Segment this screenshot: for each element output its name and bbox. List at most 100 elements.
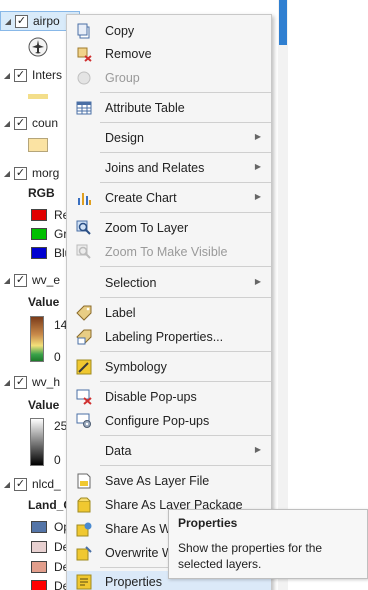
- layer-name: Inters: [32, 68, 63, 82]
- chart-icon: [78, 193, 91, 205]
- collapse-triangle-icon[interactable]: ◢: [2, 169, 12, 178]
- band-swatch-green: [31, 228, 47, 240]
- remove-icon: [77, 47, 92, 62]
- menu-item-create-chart[interactable]: Create Chart ▶: [67, 187, 271, 209]
- layer-visibility-checkbox[interactable]: ✓: [14, 477, 27, 491]
- layer-name: airpo: [33, 14, 60, 28]
- layer-name: wv_h: [32, 375, 61, 389]
- menu-item-label: Attribute Table: [105, 101, 185, 115]
- menu-item-attribute-table[interactable]: Attribute Table: [67, 97, 271, 119]
- menu-item-remove[interactable]: Remove: [67, 43, 271, 65]
- collapse-triangle-icon[interactable]: ◢: [2, 119, 12, 128]
- class-swatch: [31, 521, 47, 533]
- checkmark-icon: ✓: [16, 14, 27, 27]
- menu-item-save-as-layer-file[interactable]: Save As Layer File: [67, 470, 271, 492]
- layer-name: nlcd_: [32, 477, 61, 491]
- menu-item-label: Share As W: [105, 522, 171, 536]
- checkmark-icon: ✓: [15, 477, 26, 490]
- submenu-arrow-icon: ▶: [254, 132, 261, 141]
- layer-row-wv-hillshade[interactable]: ◢ ✓ wv_h: [0, 372, 60, 392]
- checkmark-icon: ✓: [15, 273, 26, 286]
- menu-item-label: Overwrite W: [105, 546, 174, 560]
- menu-item-design[interactable]: Design ▶: [67, 127, 271, 149]
- menu-item-label-toggle[interactable]: Label: [67, 302, 271, 324]
- menu-item-group[interactable]: Group: [67, 67, 271, 89]
- layer-row-nlcd[interactable]: ◢ ✓ nlcd_: [0, 474, 61, 494]
- layer-visibility-checkbox[interactable]: ✓: [14, 116, 27, 130]
- layer-visibility-checkbox[interactable]: ✓: [14, 375, 27, 389]
- labeling-properties-icon: [76, 329, 92, 345]
- menu-item-label: Remove: [105, 47, 152, 61]
- table-icon: [76, 101, 92, 115]
- scrollbar-thumb[interactable]: [279, 0, 287, 45]
- save-layer-file-icon: [77, 473, 91, 489]
- overwrite-web-icon: [76, 546, 92, 561]
- gradient-low-value: 0: [54, 350, 61, 364]
- menu-item-label: Zoom To Make Visible: [105, 245, 228, 259]
- layer-row-wv-elevation[interactable]: ◢ ✓ wv_e: [0, 270, 60, 290]
- value-label: Value: [28, 398, 60, 412]
- menu-item-label: Zoom To Layer: [105, 221, 189, 235]
- collapse-triangle-icon[interactable]: ◢: [2, 480, 12, 489]
- checkmark-icon: ✓: [15, 166, 26, 179]
- class-swatch: [31, 561, 47, 573]
- polygon-symbol: [28, 138, 48, 152]
- scrollbar-track[interactable]: [278, 0, 288, 590]
- configure-popups-icon: [76, 413, 91, 428]
- layer-context-menu: Copy Remove Group Attribute Table Design…: [66, 14, 272, 590]
- layer-row-morgantown[interactable]: ◢ ✓ morg: [0, 163, 59, 183]
- group-icon: [77, 71, 91, 85]
- collapse-triangle-icon[interactable]: ◢: [3, 17, 13, 26]
- submenu-arrow-icon: ▶: [254, 277, 261, 286]
- menu-item-label: Disable Pop-ups: [105, 390, 197, 404]
- properties-tooltip: Properties Show the properties for the s…: [168, 509, 368, 579]
- menu-item-label: Group: [105, 71, 140, 85]
- menu-item-label: Create Chart: [105, 191, 177, 205]
- menu-item-labeling-properties[interactable]: Labeling Properties...: [67, 326, 271, 348]
- menu-item-label: Joins and Relates: [105, 161, 205, 175]
- layer-row-counties[interactable]: ◢ ✓ coun: [0, 113, 58, 133]
- menu-item-data[interactable]: Data ▶: [67, 440, 271, 462]
- collapse-triangle-icon[interactable]: ◢: [2, 71, 12, 80]
- layer-visibility-checkbox[interactable]: ✓: [14, 166, 27, 180]
- copy-icon: [77, 23, 90, 39]
- layer-visibility-checkbox[interactable]: ✓: [15, 14, 28, 28]
- collapse-triangle-icon[interactable]: ◢: [2, 276, 12, 285]
- menu-item-symbology[interactable]: Symbology: [67, 356, 271, 378]
- share-package-icon: [77, 497, 91, 513]
- properties-icon: [76, 574, 92, 590]
- layer-row-interstates[interactable]: ◢ ✓ Inters: [0, 65, 62, 85]
- menu-item-label: Copy: [105, 24, 135, 38]
- checkmark-icon: ✓: [15, 375, 26, 388]
- rgb-label: RGB: [28, 186, 55, 200]
- menu-item-selection[interactable]: Selection ▶: [67, 272, 271, 294]
- submenu-arrow-icon: ▶: [254, 445, 261, 454]
- zoom-visible-icon: [76, 244, 91, 259]
- menu-item-label: Properties: [105, 575, 162, 589]
- menu-item-label: Data: [105, 444, 132, 458]
- submenu-arrow-icon: ▶: [254, 162, 261, 171]
- hillshade-gradient: [30, 418, 44, 466]
- label-icon: [76, 305, 92, 321]
- band-swatch-red: [31, 209, 47, 221]
- menu-item-disable-popups[interactable]: Disable Pop-ups: [67, 386, 271, 408]
- menu-item-zoom-to-layer[interactable]: Zoom To Layer: [67, 217, 271, 239]
- menu-item-joins-and-relates[interactable]: Joins and Relates ▶: [67, 157, 271, 179]
- share-web-icon: [76, 522, 92, 537]
- checkmark-icon: ✓: [15, 116, 26, 129]
- menu-item-configure-popups[interactable]: Configure Pop-ups: [67, 410, 271, 432]
- class-swatch: [31, 580, 47, 590]
- tooltip-title: Properties: [178, 516, 238, 530]
- layer-visibility-checkbox[interactable]: ✓: [14, 273, 27, 287]
- tooltip-description: Show the properties for the selected lay…: [178, 541, 323, 571]
- menu-item-copy[interactable]: Copy: [67, 20, 271, 42]
- layer-visibility-checkbox[interactable]: ✓: [14, 68, 27, 82]
- collapse-triangle-icon[interactable]: ◢: [2, 378, 12, 387]
- menu-item-label: Configure Pop-ups: [105, 414, 210, 428]
- elevation-gradient: [30, 316, 44, 362]
- menu-item-zoom-to-make-visible[interactable]: Zoom To Make Visible: [67, 241, 271, 263]
- line-symbol: [28, 94, 48, 99]
- menu-item-label: Labeling Properties...: [105, 330, 224, 344]
- value-label: Value: [28, 295, 60, 309]
- menu-item-label: Label: [105, 306, 136, 320]
